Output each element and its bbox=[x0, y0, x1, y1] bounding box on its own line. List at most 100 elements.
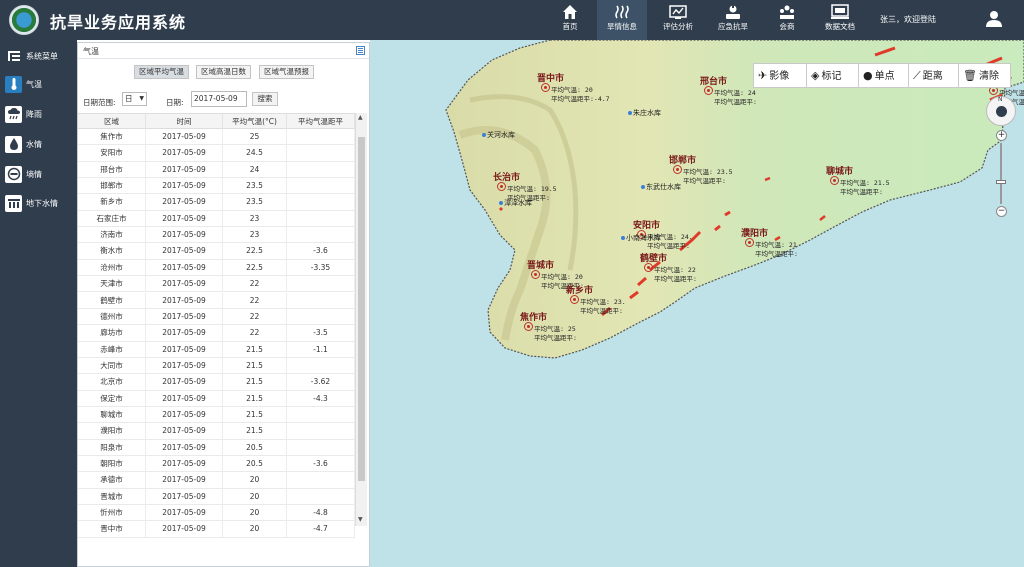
column-header-region[interactable]: 区域 bbox=[78, 114, 146, 130]
target-icon[interactable] bbox=[830, 176, 839, 185]
table-row[interactable]: 朝阳市 2017-05-09 20.5 -3.6 bbox=[78, 456, 355, 473]
document-icon bbox=[815, 0, 865, 22]
cell-time: 2017-05-09 bbox=[146, 505, 223, 522]
cell-time: 2017-05-09 bbox=[146, 276, 223, 293]
thermometer-icon bbox=[5, 76, 22, 93]
table-row[interactable]: 沧州市 2017-05-09 22.5 -3.35 bbox=[78, 259, 355, 277]
cell-temp-anomaly: -3.5 bbox=[287, 325, 355, 342]
table-row[interactable]: 焦作市 2017-05-09 25 bbox=[78, 129, 355, 146]
map-pan-control[interactable]: N bbox=[986, 96, 1016, 126]
date-input[interactable]: 2017-05-09 bbox=[191, 91, 247, 107]
table-row[interactable]: 廊坊市 2017-05-09 22 -3.5 bbox=[78, 325, 355, 342]
cell-region: 鹤壁市 bbox=[78, 292, 146, 309]
target-icon[interactable] bbox=[644, 263, 653, 272]
reservoir-icon[interactable] bbox=[482, 133, 486, 137]
tool-single-point[interactable]: ● 单点 bbox=[859, 64, 909, 88]
table-row[interactable]: 德州市 2017-05-09 22 bbox=[78, 308, 355, 326]
nav-documents[interactable]: 数据文档 bbox=[815, 0, 865, 40]
nav-home[interactable]: 首页 bbox=[545, 0, 595, 40]
table-row[interactable]: 保定市 2017-05-09 21.5 -4.3 bbox=[78, 390, 355, 407]
sidebar-item-temperature[interactable]: 气温 bbox=[0, 76, 77, 96]
map-canvas[interactable] bbox=[370, 40, 1024, 567]
target-icon[interactable] bbox=[524, 322, 533, 331]
table-row[interactable]: 承德市 2017-05-09 20 bbox=[78, 472, 355, 489]
table-row[interactable]: 晋中市 2017-05-09 20 -4.7 bbox=[78, 521, 355, 538]
table-row[interactable]: 鹤壁市 2017-05-09 22 bbox=[78, 292, 355, 309]
nav-consultation[interactable]: 会商 bbox=[762, 0, 812, 40]
tool-imagery[interactable]: ✈ 影像 bbox=[754, 64, 807, 88]
divider bbox=[78, 58, 369, 59]
city-anomaly-label: 平均气温距平: bbox=[534, 332, 577, 342]
search-button[interactable]: 搜索 bbox=[252, 92, 278, 106]
tab-regional-temp-forecast[interactable]: 区域气温预报 bbox=[259, 65, 314, 79]
target-icon[interactable] bbox=[541, 83, 550, 92]
ruler-icon: ⟋ bbox=[913, 69, 921, 82]
table-row[interactable]: 阳泉市 2017-05-09 20.5 bbox=[78, 439, 355, 456]
scroll-down-icon[interactable]: ▼ bbox=[358, 516, 363, 523]
cell-region: 北京市 bbox=[78, 374, 146, 391]
target-icon[interactable] bbox=[531, 270, 540, 279]
target-icon[interactable] bbox=[745, 238, 754, 247]
cell-avg-temp: 22 bbox=[223, 308, 287, 325]
date-range-select[interactable]: 日 ▼ bbox=[122, 92, 147, 106]
table-row[interactable]: 忻州市 2017-05-09 20 -4.8 bbox=[78, 505, 355, 522]
sidebar-item-water[interactable]: 水情 bbox=[0, 136, 77, 156]
tool-mark[interactable]: ◈ 标记 bbox=[807, 64, 859, 88]
cell-region: 大同市 bbox=[78, 357, 146, 374]
column-header-time[interactable]: 时间 bbox=[146, 114, 223, 130]
cell-avg-temp: 25 bbox=[223, 129, 287, 145]
reservoir-icon[interactable] bbox=[621, 236, 625, 240]
tool-clear[interactable]: 🗑 清除 bbox=[959, 64, 1011, 88]
column-header-avg-temp[interactable]: 平均气温(°C) bbox=[223, 114, 287, 130]
cell-avg-temp: 22.5 bbox=[223, 259, 287, 276]
table-row[interactable]: 北京市 2017-05-09 21.5 -3.62 bbox=[78, 374, 355, 391]
sidebar-item-soil-moisture[interactable]: 墒情 bbox=[0, 166, 77, 186]
table-row[interactable]: 安阳市 2017-05-09 24.5 bbox=[78, 145, 355, 162]
table-row[interactable]: 衡水市 2017-05-09 22.5 -3.6 bbox=[78, 243, 355, 260]
table-row[interactable]: 聊城市 2017-05-09 21.5 bbox=[78, 406, 355, 424]
target-icon[interactable] bbox=[497, 182, 506, 191]
table-row[interactable]: 濮阳市 2017-05-09 21.5 bbox=[78, 423, 355, 440]
nav-drought-info[interactable]: 旱情信息 bbox=[597, 0, 647, 40]
reservoir-icon[interactable] bbox=[641, 185, 645, 189]
compass-icon[interactable] bbox=[996, 106, 1007, 117]
table-row[interactable]: 赤峰市 2017-05-09 21.5 -1.1 bbox=[78, 341, 355, 358]
table-row[interactable]: 新乡市 2017-05-09 23.5 bbox=[78, 194, 355, 211]
reservoir-icon[interactable] bbox=[499, 201, 503, 205]
cell-time: 2017-05-09 bbox=[146, 439, 223, 456]
target-icon[interactable] bbox=[570, 295, 579, 304]
column-header-temp-anomaly[interactable]: 平均气温距平 bbox=[287, 114, 355, 130]
tool-distance[interactable]: ⟋ 距离 bbox=[909, 64, 959, 88]
target-icon[interactable] bbox=[673, 165, 682, 174]
zoom-out-button[interactable]: − bbox=[996, 206, 1007, 217]
table-row[interactable]: 邯郸市 2017-05-09 23.5 bbox=[78, 178, 355, 195]
user-icon[interactable] bbox=[985, 10, 1003, 30]
table-scrollbar[interactable]: ▲ ▼ bbox=[355, 113, 367, 526]
table-row[interactable]: 大同市 2017-05-09 21.5 bbox=[78, 357, 355, 375]
city-name: 安阳市 bbox=[633, 221, 661, 231]
target-icon[interactable] bbox=[704, 86, 713, 95]
table-row[interactable]: 济南市 2017-05-09 23 bbox=[78, 227, 355, 244]
zoom-in-button[interactable]: + bbox=[996, 130, 1007, 141]
nav-emergency[interactable]: 应急抗旱 bbox=[708, 0, 758, 40]
panel-toggle-icon[interactable] bbox=[356, 46, 365, 55]
zoom-slider-track[interactable] bbox=[1000, 143, 1002, 204]
city-name: 新乡市 bbox=[566, 286, 594, 296]
sidebar-menu-header[interactable]: 系统菜单 bbox=[0, 48, 77, 68]
zoom-slider-knob[interactable] bbox=[996, 180, 1006, 184]
sidebar-item-groundwater[interactable]: 地下水情 bbox=[0, 195, 77, 215]
temperature-table: 区域 时间 平均气温(°C) 平均气温距平 焦作市 2017-05-09 25 安阳市… bbox=[78, 113, 369, 567]
table-row[interactable]: 邢台市 2017-05-09 24 bbox=[78, 161, 355, 179]
cell-avg-temp: 20.5 bbox=[223, 456, 287, 472]
tab-regional-average-temp[interactable]: 区域平均气温 bbox=[134, 65, 189, 79]
sidebar-item-rainfall[interactable]: 降雨 bbox=[0, 106, 77, 126]
table-row[interactable]: 晋城市 2017-05-09 20 bbox=[78, 488, 355, 506]
tab-regional-hot-days[interactable]: 区域高温日数 bbox=[196, 65, 251, 79]
table-row[interactable]: 石家庄市 2017-05-09 23 bbox=[78, 210, 355, 228]
scroll-up-icon[interactable]: ▲ bbox=[358, 114, 363, 121]
compass-north-label: N bbox=[998, 96, 1003, 103]
reservoir-icon[interactable] bbox=[628, 111, 632, 115]
nav-assessment[interactable]: 评估分析 bbox=[653, 0, 703, 40]
table-row[interactable]: 天津市 2017-05-09 22 bbox=[78, 276, 355, 293]
scroll-thumb[interactable] bbox=[358, 137, 365, 481]
